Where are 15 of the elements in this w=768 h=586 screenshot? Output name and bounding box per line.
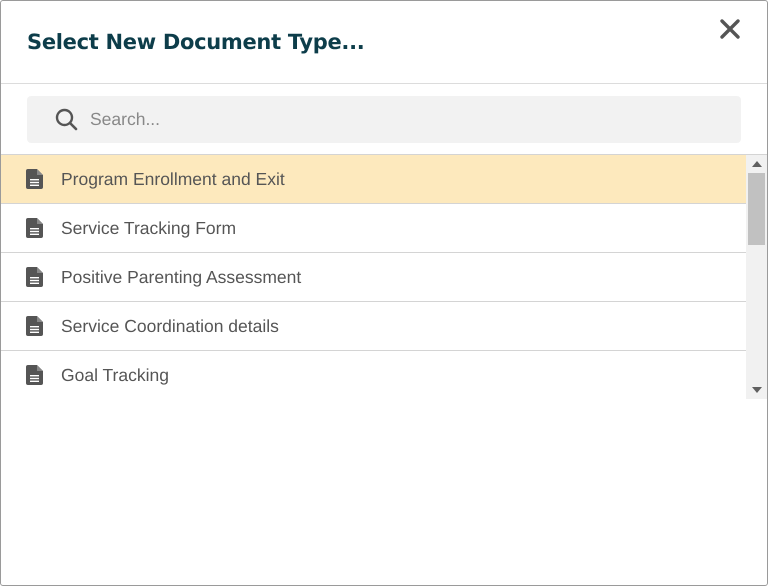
scroll-up-icon[interactable]	[752, 160, 762, 168]
scroll-thumb[interactable]	[748, 173, 765, 245]
document-icon	[26, 365, 43, 385]
search-input[interactable]: Search...	[90, 104, 741, 134]
search-icon	[55, 108, 78, 131]
scroll-down-icon[interactable]	[752, 386, 762, 394]
close-icon[interactable]	[719, 18, 741, 40]
document-icon	[26, 218, 43, 238]
search-field[interactable]: Search...	[27, 96, 741, 143]
dialog-title: Select New Document Type...	[27, 30, 364, 54]
list-item[interactable]: Program Enrollment and Exit	[1, 155, 746, 204]
scrollbar[interactable]	[746, 155, 767, 399]
document-icon	[26, 316, 43, 336]
document-icon	[26, 267, 43, 287]
document-icon	[26, 169, 43, 189]
